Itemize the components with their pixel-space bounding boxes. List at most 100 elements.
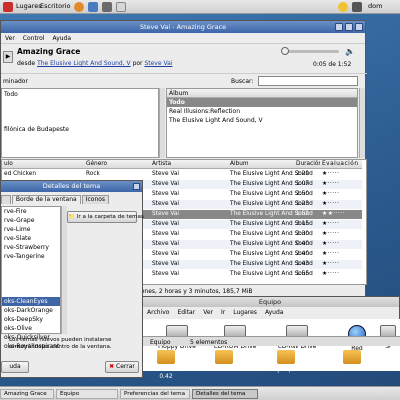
track-rating[interactable]: ★·····	[322, 180, 360, 189]
artist-list[interactable]: Todo filónica de Budapeste	[1, 88, 159, 158]
menu-ir[interactable]: Ir	[221, 309, 225, 316]
player-bar: ▶ Amazing Grace desde The Elusive Light …	[1, 44, 367, 72]
seek-bar[interactable]	[283, 50, 339, 53]
user-name[interactable]: dom	[368, 2, 382, 10]
col-title[interactable]: ulo	[4, 160, 64, 169]
open-themes-folder-button[interactable]: 📁 Ir a la carpeta de temas	[67, 211, 144, 223]
track-rating[interactable]: ★·····	[322, 240, 360, 249]
track-rating[interactable]: ★·····	[322, 270, 360, 279]
text-editor-icon[interactable]	[116, 2, 126, 12]
album-item[interactable]: Real Illusions:Reflection	[167, 107, 357, 116]
search-label: Buscar:	[231, 78, 254, 85]
track-artist: Steve Vai	[152, 191, 180, 197]
rhythmbox-titlebar[interactable]: Steve Vai - Amazing Grace	[1, 21, 365, 33]
menu-control[interactable]: Control	[23, 35, 45, 42]
theme-item[interactable]: rve-Tangerine	[2, 252, 60, 261]
album-header[interactable]: Álbum	[167, 89, 357, 98]
track-duration: 3:15	[296, 221, 310, 227]
track-row[interactable]: ed Chicken Rock Steve Vai The Elusive Light…	[2, 170, 362, 179]
theme-item[interactable]: rve-Fire	[2, 207, 60, 216]
task-theme-prefs[interactable]: Preferencias del tema	[120, 389, 190, 399]
theme-item[interactable]: oks-DarkOrange	[2, 306, 60, 315]
menu-ver[interactable]: Ver	[5, 35, 15, 42]
track-rating[interactable]: ★★·····	[322, 210, 360, 219]
theme-list[interactable]: rve-Fire rve-Grape rve-Lime rve-Slate rve-St…	[1, 206, 61, 350]
col-genre[interactable]: Género	[86, 160, 146, 169]
theme-item[interactable]: oks-CleanEyes	[2, 297, 60, 306]
scrollbar[interactable]	[61, 206, 67, 334]
play-pause-button[interactable]: ▶	[3, 51, 13, 63]
theme-item[interactable]	[2, 261, 60, 270]
volume-icon[interactable]: 🔈	[345, 47, 355, 56]
album-link[interactable]: The Elusive Light And Sound, V	[37, 60, 131, 67]
dialog-close-icon[interactable]	[133, 183, 140, 190]
album-list[interactable]: Álbum Todo Real Illusions:Reflection The…	[166, 88, 358, 158]
track-rating[interactable]: ★·····	[322, 250, 360, 259]
firefox-icon[interactable]	[74, 2, 84, 12]
desktop-folder[interactable]: clearbox-0.7	[204, 350, 244, 373]
tab-icons[interactable]: Iconos	[81, 195, 110, 204]
theme-item[interactable]: rve-Lime	[2, 225, 60, 234]
theme-item[interactable]: rve-Slate	[2, 234, 60, 243]
nautilus-titlebar[interactable]: Equipo	[141, 297, 399, 307]
menu-ver[interactable]: Ver	[203, 309, 213, 316]
theme-item[interactable]: oks-DeepSky	[2, 315, 60, 324]
menubar: Ver Control Ayuda	[1, 33, 365, 44]
track-rating[interactable]: ★·····	[322, 260, 360, 269]
search-input[interactable]	[258, 76, 358, 86]
scrollbar[interactable]	[159, 88, 165, 158]
theme-item[interactable]: rve-Strawberry	[2, 243, 60, 252]
menu-lugares[interactable]: Lugares	[233, 309, 257, 316]
desktop-folder[interactable]: MacOS-X	[332, 350, 372, 373]
col-duration[interactable]: Duración	[296, 160, 320, 169]
desktop-menu[interactable]: Escritorio	[40, 2, 71, 10]
theme-item[interactable]	[2, 279, 60, 288]
song-by: por	[132, 60, 143, 67]
task-rhythmbox[interactable]: Amazing Grace	[0, 389, 54, 399]
close-button[interactable]	[355, 23, 363, 31]
applications-menu-icon[interactable]	[3, 2, 13, 12]
dialog-title: Detalles del tema	[42, 182, 101, 190]
artist-link[interactable]: Steve Vai	[144, 60, 172, 67]
menu-archivo[interactable]: Archivo	[147, 309, 169, 316]
list-item[interactable]: filónica de Budapeste	[4, 126, 69, 133]
close-button[interactable]: ✖ Cerrar	[105, 361, 139, 373]
theme-item[interactable]	[2, 270, 60, 279]
dialog-titlebar[interactable]: Detalles del tema	[1, 181, 142, 192]
places-menu[interactable]: Lugares	[16, 2, 42, 10]
track-rating[interactable]: ★·····	[322, 230, 360, 239]
folder-label: MacOS-X	[338, 366, 366, 373]
terminal-icon[interactable]	[102, 2, 112, 12]
desktop-folder[interactable]: ejemplo	[266, 350, 306, 373]
scrollbar[interactable]	[359, 88, 365, 158]
seek-handle[interactable]	[281, 47, 289, 55]
track-rating[interactable]: ★·····	[322, 200, 360, 209]
track-rating[interactable]: ★·····	[322, 170, 360, 179]
theme-item[interactable]: rve-Grape	[2, 216, 60, 225]
theme-item[interactable]: oks-Olive	[2, 324, 60, 333]
col-artist[interactable]: Artista	[152, 160, 222, 169]
album-item[interactable]: Todo	[167, 98, 357, 107]
mail-icon[interactable]	[88, 2, 98, 12]
minimize-button[interactable]	[335, 23, 343, 31]
tab-window-border[interactable]: Borde de la ventana	[11, 195, 81, 204]
help-button[interactable]: uda	[1, 361, 29, 373]
menu-ayuda[interactable]: Ayuda	[53, 35, 72, 42]
theme-item[interactable]	[2, 288, 60, 297]
track-rating[interactable]: ★·····	[322, 190, 360, 199]
album-item[interactable]: The Elusive Light And Sound, V	[167, 116, 357, 125]
track-title: ed Chicken	[4, 171, 36, 177]
task-theme-details[interactable]: Detalles del tema	[192, 389, 258, 399]
menu-editar[interactable]: Editar	[177, 309, 195, 316]
list-item[interactable]: Todo	[4, 91, 18, 98]
task-equipo[interactable]: Equipo	[56, 389, 118, 399]
volume-tray-icon[interactable]	[338, 2, 348, 12]
tab-partial[interactable]	[1, 195, 11, 204]
track-rating[interactable]: ★·····	[322, 220, 360, 229]
network-tray-icon[interactable]	[352, 2, 362, 12]
location-dropdown[interactable]: Equipo	[150, 339, 171, 346]
desktop-folder[interactable]: cdcollect-0.42	[146, 350, 186, 380]
maximize-button[interactable]	[345, 23, 353, 31]
menu-ayuda[interactable]: Ayuda	[265, 309, 284, 316]
col-rating[interactable]: Evaluación	[322, 160, 360, 169]
